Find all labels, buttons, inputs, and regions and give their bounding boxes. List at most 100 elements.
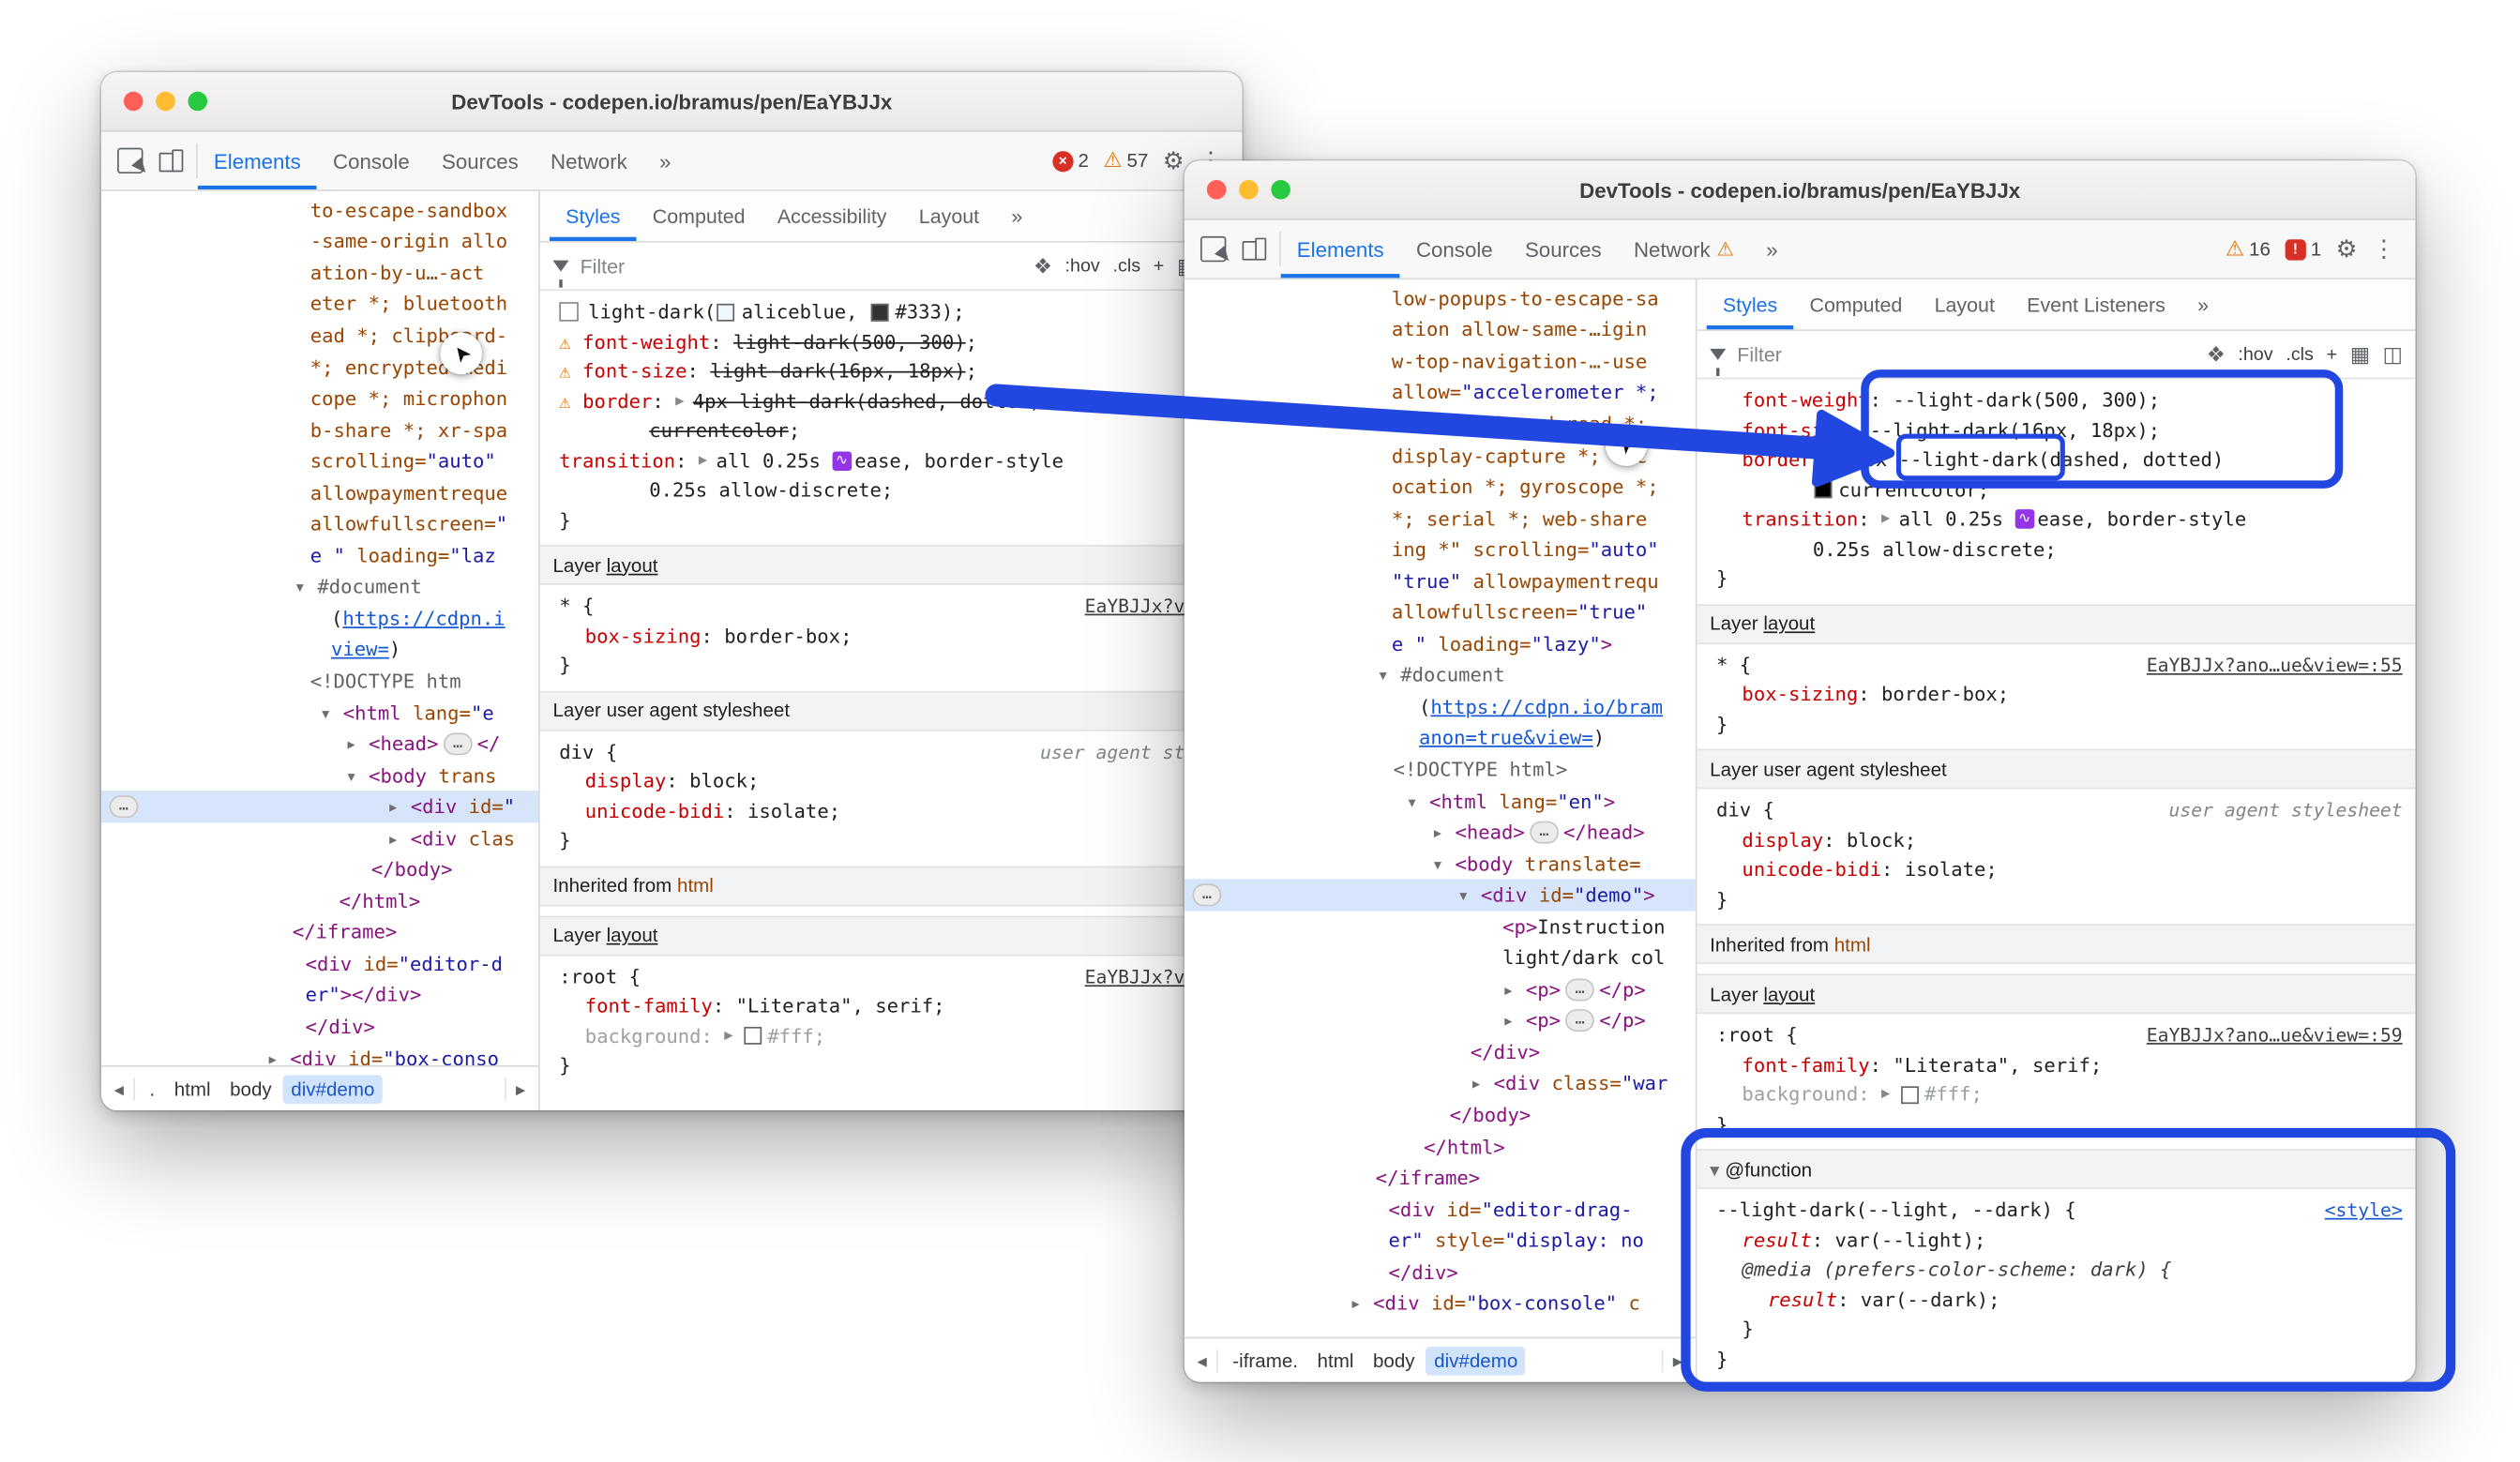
styles-section-header[interactable]: Layer user agent stylesheet <box>1697 748 2415 789</box>
device-toolbar-icon[interactable] <box>159 148 184 173</box>
tab-computed[interactable]: Computed <box>637 191 762 241</box>
code-line[interactable]: </iframe> <box>1185 1162 1696 1193</box>
breadcrumb-item[interactable]: html <box>1309 1346 1362 1375</box>
code-line[interactable]: ▾ #document <box>1185 659 1696 690</box>
code-line[interactable]: …▾ <div id="demo"> <box>1185 880 1696 911</box>
styles-section-header[interactable]: Layer layout <box>540 545 1243 585</box>
tk-morepill-out[interactable]: … <box>1192 884 1221 907</box>
tk-link[interactable]: https://cdpn.i <box>342 607 505 629</box>
filter-chip[interactable]: .cls <box>1112 256 1140 276</box>
breadcrumb-item[interactable]: body <box>222 1074 280 1103</box>
tab-event-listeners[interactable]: Event Listeners <box>2011 279 2181 329</box>
tab--[interactable]: » <box>995 191 1038 241</box>
code-line[interactable]: ▾ #document <box>101 571 538 602</box>
code-line[interactable]: box-sizing: border-box; <box>1697 680 2415 710</box>
tab-network[interactable]: Network⚠ <box>1618 220 1750 279</box>
code-line[interactable]: * {EaYBJJx?view= <box>540 592 1243 622</box>
tk-exp[interactable]: ▶ <box>1881 1087 1899 1103</box>
code-line[interactable]: </html> <box>101 885 538 916</box>
code-line[interactable]: ▾ <body translate= <box>1185 848 1696 879</box>
code-line[interactable]: ing *" scrolling="auto" <box>1185 535 1696 565</box>
code-line[interactable]: allow="accelerometer *; <box>1185 377 1696 408</box>
tk-sw[interactable] <box>744 1027 762 1045</box>
code-line[interactable]: box-sizing: border-box; <box>540 621 1243 651</box>
source-link[interactable]: EaYBJJx?ano…ue&view=:59 <box>2147 1024 2416 1047</box>
tk-tar[interactable]: ▾ <box>1406 790 1429 812</box>
code-line[interactable]: } <box>540 1051 1243 1081</box>
code-line[interactable]: light/dark col <box>1185 942 1696 973</box>
issues-badge[interactable]: ! 1 <box>2285 238 2321 261</box>
breadcrumb-item[interactable]: html <box>166 1074 219 1103</box>
code-line[interactable]: </body> <box>1185 1099 1696 1130</box>
tab-styles[interactable]: Styles <box>550 191 637 241</box>
code-line[interactable]: } <box>1697 1315 2415 1345</box>
code-line[interactable]: @media (prefers-color-scheme: dark) { <box>1697 1255 2415 1285</box>
code-line[interactable]: </body> <box>101 854 538 885</box>
breadcrumb-item[interactable]: -iframe. <box>1225 1346 1306 1375</box>
styles-section-header[interactable]: Layer layout <box>540 915 1243 956</box>
code-line[interactable]: ▸ <div clas <box>101 822 538 853</box>
styles-section-header[interactable]: Layer layout <box>1697 973 2415 1014</box>
tk-morepill[interactable]: … <box>1565 978 1594 1001</box>
code-line[interactable]: <div id="editor-d <box>101 948 538 979</box>
breadcrumb-item[interactable]: body <box>1365 1346 1423 1375</box>
tk-tar[interactable]: ▸ <box>1432 821 1456 844</box>
code-line[interactable]: div {user agent stylesheet <box>1697 795 2415 825</box>
tab-network[interactable]: Network <box>535 132 643 190</box>
code-line[interactable]: font-family: "Literata", serif; <box>540 991 1243 1021</box>
code-line[interactable]: --light-dark(--light, --dark) {<style> <box>1697 1196 2415 1226</box>
tk-morepill[interactable]: … <box>444 732 473 755</box>
zoom-window-button[interactable] <box>1271 180 1290 200</box>
code-line[interactable]: border: ▶ 4px --light-dark(dashed, dotte… <box>1697 445 2415 475</box>
code-line[interactable]: allowfullscreen="true" <box>1185 597 1696 628</box>
dock-icon[interactable]: ◫ <box>2383 344 2403 365</box>
code-line[interactable]: </html> <box>1185 1131 1696 1162</box>
code-line[interactable]: low-popups-to-escape-sa <box>1185 283 1696 314</box>
tk-tar[interactable]: ▸ <box>1502 1010 1526 1032</box>
breadcrumb-forward-icon[interactable]: ▸ <box>1662 1349 1693 1371</box>
code-line[interactable]: e " loading="lazy"> <box>1185 628 1696 659</box>
code-line[interactable]: currentcolor; <box>540 416 1243 446</box>
titlebar[interactable]: DevTools - codepen.io/bramus/pen/EaYBJJx <box>101 72 1243 131</box>
tk-exp[interactable]: ▶ <box>1881 511 1899 527</box>
styles-section-header[interactable]: Inherited from html <box>1697 924 2415 964</box>
settings-gear-icon[interactable]: ⚙ <box>2336 237 2358 262</box>
minimize-window-button[interactable] <box>1239 180 1259 200</box>
code-line[interactable]: background: ▶ #fff; <box>1697 1079 2415 1109</box>
tk-tar[interactable]: ▸ <box>266 1047 290 1065</box>
code-line[interactable]: * {EaYBJJx?ano…ue&view=:55 <box>1697 650 2415 680</box>
code-line[interactable]: } <box>540 651 1243 681</box>
code-line[interactable]: display: block; <box>540 766 1243 796</box>
kebab-menu-icon[interactable]: ⋮ <box>2372 237 2396 262</box>
tk-sw[interactable] <box>1815 481 1833 499</box>
filter-chip[interactable]: + <box>1154 256 1165 276</box>
zoom-window-button[interactable] <box>188 92 207 112</box>
styles-filter-input[interactable]: Filter <box>581 255 626 278</box>
code-line[interactable]: ⚠ font-weight: light-dark(500, 300); <box>540 327 1243 357</box>
code-line[interactable]: ⚠ font-size: light-dark(16px, 18px); <box>540 356 1243 386</box>
tab-sources[interactable]: Sources <box>1509 220 1618 279</box>
inspect-element-icon[interactable] <box>1200 236 1226 262</box>
code-line[interactable]: } <box>1697 710 2415 740</box>
tab-console[interactable]: Console <box>1400 220 1509 279</box>
code-line[interactable]: …▸ <div id=" <box>101 791 538 822</box>
code-line[interactable]: ▸ <div class="war <box>1185 1068 1696 1099</box>
code-line[interactable]: ▸ <div id="box-conso <box>101 1043 538 1065</box>
code-line[interactable]: ocation *; gyroscope *; <box>1185 472 1696 503</box>
code-line[interactable]: w-top-navigation-…-use <box>1185 346 1696 377</box>
tk-sw[interactable] <box>871 303 889 321</box>
code-line[interactable]: e " loading="laz <box>101 540 538 571</box>
code-line[interactable]: to-escape-sandbox <box>101 194 538 225</box>
tab-accessibility[interactable]: Accessibility <box>762 191 903 241</box>
breadcrumb-back-icon[interactable]: ◂ <box>1187 1349 1218 1371</box>
tk-tar[interactable]: ▾ <box>1377 664 1400 686</box>
tk-morepill[interactable]: … <box>1530 821 1559 844</box>
tk-tar[interactable]: ▾ <box>345 764 369 787</box>
code-line[interactable]: <p>Instruction <box>1185 911 1696 942</box>
code-line[interactable]: } <box>1697 564 2415 594</box>
code-line[interactable]: <!DOCTYPE html> <box>1185 754 1696 785</box>
tab-layout[interactable]: Layout <box>903 191 996 241</box>
tk-link[interactable]: anon=true&view= <box>1419 727 1593 749</box>
tab-styles[interactable]: Styles <box>1707 279 1794 329</box>
code-line[interactable]: ▾ <html lang="en"> <box>1185 785 1696 816</box>
